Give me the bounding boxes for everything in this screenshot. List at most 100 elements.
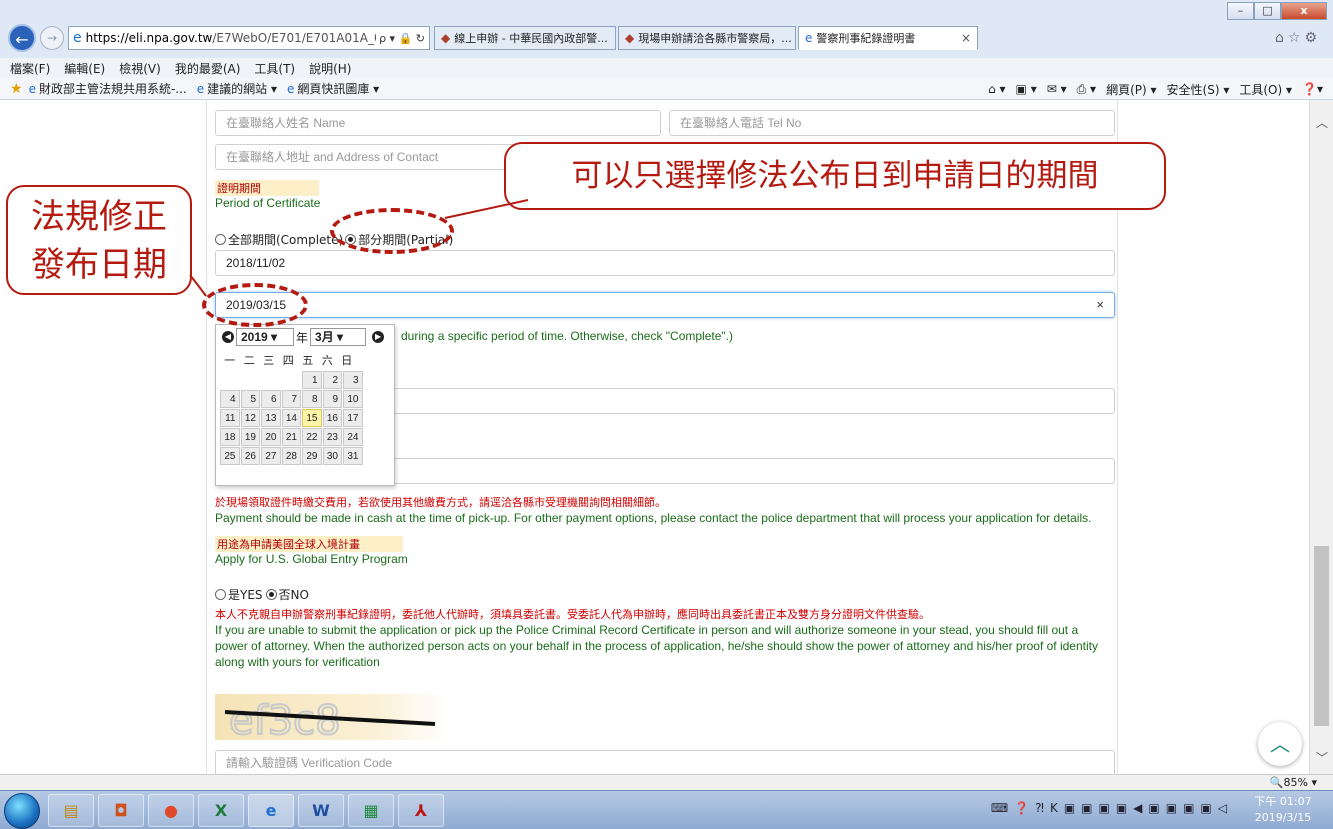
calendar-day-1[interactable]: 1 — [302, 371, 322, 389]
zoom-level[interactable]: 🔍85% ▾ — [1270, 776, 1317, 789]
contact-tel-field[interactable]: 在臺聯絡人電話 Tel No — [669, 110, 1115, 136]
calendar-day-19[interactable]: 19 — [240, 428, 260, 446]
start-date-field[interactable]: 2018/11/02 — [215, 250, 1115, 276]
calendar-day-6[interactable]: 6 — [261, 390, 281, 408]
favorites-star-icon[interactable]: ★ — [10, 81, 23, 97]
calendar-day-11[interactable]: 11 — [220, 409, 240, 427]
end-date-field[interactable]: 2019/03/15 × — [215, 292, 1115, 318]
calendar-day-22[interactable]: 22 — [302, 428, 322, 446]
explorer-taskbar-icon[interactable]: ▤ — [48, 794, 94, 827]
calendar-day-31[interactable]: 31 — [343, 447, 363, 465]
address-bar[interactable]: e https://eli.npa.gov.tw/E7WebO/E701/E70… — [68, 26, 430, 50]
calendar-day-2[interactable]: 2 — [322, 371, 342, 389]
chrome-taskbar-icon[interactable]: ● — [148, 794, 194, 827]
calendar-day-25[interactable]: 25 — [220, 447, 240, 465]
cmd-safety[interactable]: 安全性(S) ▾ — [1167, 81, 1230, 98]
excel-taskbar-icon[interactable]: X — [198, 794, 244, 827]
maximize-button[interactable]: □ — [1254, 2, 1281, 20]
calendar-day-17[interactable]: 17 — [343, 409, 363, 427]
tab-police-record[interactable]: e 警察刑事紀錄證明書 × — [798, 26, 978, 50]
contact-name-field[interactable]: 在臺聯絡人姓名 Name — [215, 110, 661, 136]
calendar-empty-cell — [282, 371, 302, 389]
calendar-day-21[interactable]: 21 — [281, 428, 301, 446]
scroll-thumb[interactable] — [1314, 546, 1329, 726]
weekday-label: 一 — [224, 355, 236, 367]
calendar-day-9[interactable]: 9 — [322, 390, 342, 408]
menu-help[interactable]: 說明(H) — [309, 60, 351, 77]
calendar-day-29[interactable]: 29 — [302, 447, 322, 465]
favorite-link[interactable]: e 網頁快訊圖庫 ▾ — [287, 80, 379, 97]
calendar-day-28[interactable]: 28 — [281, 447, 301, 465]
print-icon[interactable]: ⎙ ▾ — [1077, 82, 1096, 97]
acrobat-taskbar-icon[interactable]: ⅄ — [398, 794, 444, 827]
calendar-day-14[interactable]: 14 — [281, 409, 301, 427]
calendar-day-7[interactable]: 7 — [281, 390, 301, 408]
minimize-button[interactable]: – — [1227, 2, 1254, 20]
status-bar: 🔍85% ▾ — [0, 774, 1333, 790]
weekday-label: 五 — [302, 355, 314, 367]
close-window-button[interactable]: x — [1281, 2, 1327, 20]
vertical-scrollbar[interactable]: ︿ ﹀ — [1309, 100, 1333, 774]
calendar-week-row: 4 5 6 7 8 9 10 — [220, 390, 390, 409]
menu-view[interactable]: 檢視(V) — [119, 60, 161, 77]
calendar-day-12[interactable]: 12 — [240, 409, 260, 427]
scroll-up-icon[interactable]: ︿ — [1316, 114, 1328, 131]
menu-tools[interactable]: 工具(T) — [254, 60, 295, 77]
calendar-day-18[interactable]: 18 — [220, 428, 240, 446]
menu-file[interactable]: 檔案(F) — [10, 60, 50, 77]
calendar-day-23[interactable]: 23 — [322, 428, 342, 446]
calendar-day-26[interactable]: 26 — [240, 447, 260, 465]
calendar-day-10[interactable]: 10 — [343, 390, 363, 408]
cmd-page[interactable]: 網頁(P) ▾ — [1106, 81, 1156, 98]
tab-onsite-application[interactable]: ◆ 現場申辦請洽各縣市警察局，... — [618, 26, 796, 50]
office-taskbar-icon[interactable]: ◘ — [98, 794, 144, 827]
attorney-note-zh: 本人不克親自申辦警察刑事紀錄證明，委託他人代辦時，須填具委託書。受委託人代為申辦… — [215, 608, 930, 621]
tab-online-application[interactable]: ◆ 線上申辦 - 中華民國內政部警... — [434, 26, 616, 50]
cmd-tools[interactable]: 工具(O) ▾ — [1239, 81, 1292, 98]
system-clock[interactable]: 下午 01:07 2019/3/15 — [1243, 794, 1323, 826]
calendar-day-30[interactable]: 30 — [322, 447, 342, 465]
site-favicon-icon: ◆ — [625, 31, 635, 45]
home-icon[interactable]: ⌂ ▾ — [988, 82, 1005, 96]
calendar-day-27[interactable]: 27 — [261, 447, 281, 465]
calendar-week-row: 18 19 20 21 22 23 24 — [220, 428, 390, 447]
menu-edit[interactable]: 編輯(E) — [64, 60, 105, 77]
url-host: https://eli.npa.gov.tw — [85, 31, 213, 45]
verification-code-field[interactable]: 請輸入驗證碼 Verification Code — [215, 750, 1115, 774]
favorite-link[interactable]: e 建議的網站 ▾ — [197, 80, 277, 97]
home-favorites-settings-icons[interactable]: ⌂☆⚙ — [1275, 30, 1321, 46]
scroll-to-top-button[interactable]: ︿ — [1258, 722, 1302, 766]
scroll-down-icon[interactable]: ﹀ — [1316, 749, 1328, 766]
close-tab-icon[interactable]: × — [961, 31, 971, 45]
project-taskbar-icon[interactable]: ▦ — [348, 794, 394, 827]
no-radio[interactable] — [265, 589, 277, 600]
yes-radio[interactable] — [215, 589, 226, 600]
next-month-icon[interactable]: ▶ — [372, 331, 385, 343]
calendar-day-3[interactable]: 3 — [343, 371, 363, 389]
start-button[interactable] — [4, 793, 40, 829]
calendar-day-8[interactable]: 8 — [302, 390, 322, 408]
address-controls[interactable]: ρ ▾ 🔒 ↻ — [376, 31, 425, 45]
clear-icon[interactable]: × — [1096, 293, 1104, 317]
ie-taskbar-icon[interactable]: e — [248, 794, 294, 827]
feeds-icon[interactable]: ▣ ▾ — [1016, 82, 1037, 96]
prev-month-icon[interactable]: ◀ — [222, 331, 234, 343]
system-tray-icons[interactable]: ⌨❓⁈K▣▣▣▣◀▣▣▣▣◁ — [991, 801, 1233, 815]
calendar-day-20[interactable]: 20 — [261, 428, 281, 446]
favorite-link[interactable]: e 財政部主管法規共用系統-... — [29, 80, 187, 97]
month-select[interactable]: 3月 ▾ — [310, 328, 367, 346]
period-complete-radio[interactable] — [215, 234, 226, 245]
calendar-day-15[interactable]: 15 — [302, 409, 322, 427]
forward-button[interactable]: → — [40, 26, 64, 50]
menu-favorites[interactable]: 我的最愛(A) — [175, 60, 241, 77]
calendar-day-24[interactable]: 24 — [343, 428, 363, 446]
calendar-day-5[interactable]: 5 — [240, 390, 260, 408]
help-icon[interactable]: ❓▾ — [1302, 82, 1323, 96]
word-taskbar-icon[interactable]: W — [298, 794, 344, 827]
calendar-day-16[interactable]: 16 — [322, 409, 342, 427]
mail-icon[interactable]: ✉ ▾ — [1047, 82, 1067, 96]
back-button[interactable]: ← — [8, 24, 36, 52]
calendar-day-13[interactable]: 13 — [261, 409, 281, 427]
year-select[interactable]: 2019 ▾ — [236, 328, 294, 346]
calendar-day-4[interactable]: 4 — [220, 390, 240, 408]
